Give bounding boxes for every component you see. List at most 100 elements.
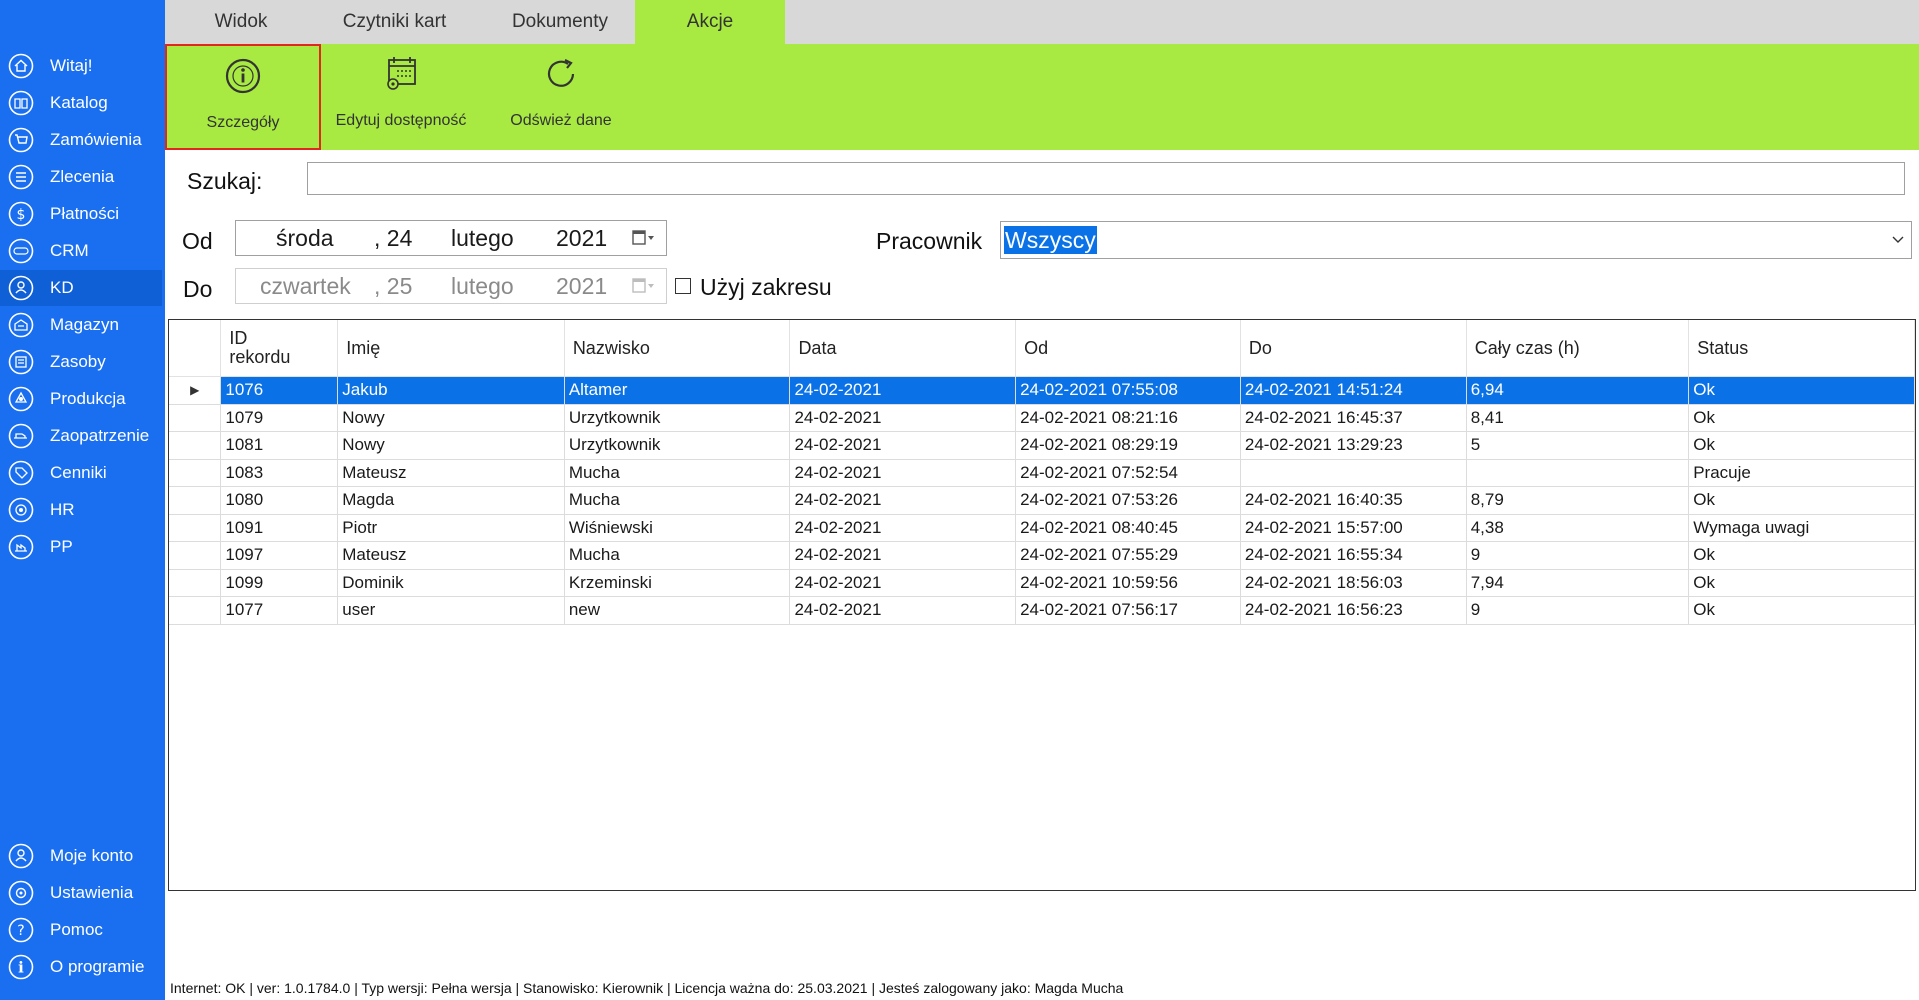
row-selector[interactable] (169, 459, 222, 487)
table-cell: 1079 (220, 404, 339, 432)
table-row[interactable]: 1081 Nowy Urzytkownik 24-02-2021 24-02-2021 … (169, 431, 1915, 460)
to-day: , 25 (374, 273, 413, 299)
column-header[interactable]: Od (1015, 320, 1241, 377)
calendar-dropdown-icon[interactable] (632, 277, 656, 295)
row-selector[interactable] (169, 541, 222, 570)
table-cell: 24-02-2021 (789, 541, 1017, 570)
use-range-checkbox[interactable] (675, 278, 691, 294)
column-header[interactable]: Status (1688, 320, 1915, 377)
column-header[interactable]: Imię (337, 320, 565, 377)
user-icon (8, 275, 34, 301)
sidebar-item-label: Katalog (50, 93, 108, 112)
sidebar-item-zaopatrzenie[interactable]: Zaopatrzenie (0, 418, 162, 454)
sidebar-item-label: Magazyn (50, 315, 119, 334)
list-icon (8, 164, 34, 190)
table-row[interactable]: 1083 Mateusz Mucha 24-02-2021 24-02-2021 07:… (169, 459, 1915, 487)
chevron-down-icon[interactable] (1891, 232, 1905, 246)
sidebar-item-crm[interactable]: CRM (0, 233, 162, 269)
row-selector[interactable] (169, 514, 222, 542)
info-icon: i (8, 954, 34, 980)
table-cell: 24-02-2021 16:40:35 (1240, 486, 1467, 515)
svg-text:$: $ (17, 207, 26, 223)
tab-akcje[interactable]: Akcje (635, 0, 785, 44)
column-header[interactable]: Nazwisko (564, 320, 791, 377)
ribbon-toolbar: Szczegóły Edytuj dostępność Odśwież dane (165, 44, 1919, 150)
table-cell: 9 (1466, 596, 1690, 625)
table-row[interactable]: 1099 Dominik Krzeminski 24-02-2021 24-02-202… (169, 569, 1915, 597)
records-grid: ID rekordu Imię Nazwisko Data Od Do Cały czas … (168, 319, 1916, 891)
search-input[interactable] (307, 162, 1905, 195)
table-row[interactable]: 1097 Mateusz Mucha 24-02-2021 24-02-2021 07:… (169, 541, 1915, 570)
row-selector[interactable] (169, 596, 222, 625)
book-icon (8, 90, 34, 116)
column-header[interactable]: ID rekordu (220, 320, 339, 377)
table-cell: 24-02-2021 07:55:29 (1015, 541, 1241, 570)
sidebar-item-katalog[interactable]: Katalog (0, 85, 162, 121)
sidebar-item-label: Zaopatrzenie (50, 426, 150, 445)
table-header-row: ID rekordu Imię Nazwisko Data Od Do Cały czas … (169, 320, 1915, 377)
row-selector[interactable] (169, 404, 222, 432)
table-cell: 24-02-2021 (789, 459, 1017, 487)
cart-icon (8, 127, 34, 153)
column-header[interactable]: Do (1240, 320, 1467, 377)
sidebar-item-hr[interactable]: HR (0, 492, 162, 528)
table-cell: Pracuje (1688, 459, 1915, 487)
row-selector[interactable] (169, 431, 222, 460)
sidebar-item-o-programie[interactable]: i O programie (0, 949, 162, 985)
table-cell: 24-02-2021 10:59:56 (1015, 569, 1241, 597)
table-cell: new (564, 596, 791, 625)
table-cell: 24-02-2021 07:56:17 (1015, 596, 1241, 625)
refresh-data-button[interactable]: Odśwież dane (481, 44, 641, 150)
details-button[interactable]: Szczegóły (165, 44, 321, 150)
table-row[interactable]: 1077 user new 24-02-2021 24-02-2021 07:56:17… (169, 596, 1915, 625)
sidebar-item-label: Witaj! (50, 56, 93, 75)
table-cell: 1099 (220, 569, 339, 597)
sidebar-item-label: O programie (50, 957, 145, 976)
edit-availability-button[interactable]: Edytuj dostępność (321, 44, 481, 150)
table-cell: Piotr (337, 514, 565, 542)
table-row[interactable]: 1091 Piotr Wiśniewski 24-02-2021 24-02-2021 … (169, 514, 1915, 542)
table-cell: 1097 (220, 541, 339, 570)
sidebar-item-p-atno-ci[interactable]: $ Płatności (0, 196, 162, 232)
sidebar-item-zasoby[interactable]: Zasoby (0, 344, 162, 380)
table-row[interactable]: 1079 Nowy Urzytkownik 24-02-2021 24-02-2021 … (169, 404, 1915, 432)
sidebar-item-produkcja[interactable]: Produkcja (0, 381, 162, 417)
row-selector[interactable] (169, 569, 222, 597)
column-header[interactable]: Cały czas (h) (1466, 320, 1690, 377)
row-selector[interactable] (169, 486, 222, 515)
table-cell: Wiśniewski (564, 514, 791, 542)
to-date-picker[interactable]: czwartek , 25 lutego 2021 (235, 268, 667, 304)
sidebar-item-pp[interactable]: PP (0, 529, 162, 565)
sidebar-item-kd[interactable]: KD (0, 270, 162, 306)
sidebar-item-witaj-[interactable]: Witaj! (0, 48, 162, 84)
tab-czytniki-kart[interactable]: Czytniki kart (317, 0, 472, 44)
table-cell: 1091 (220, 514, 339, 542)
sidebar-item-zlecenia[interactable]: Zlecenia (0, 159, 162, 195)
row-selector[interactable]: ▶ (169, 376, 222, 405)
worker-label: Pracownik (876, 228, 983, 254)
table-row[interactable]: 1080 Magda Mucha 24-02-2021 24-02-2021 07:53… (169, 486, 1915, 515)
tab-dokumenty[interactable]: Dokumenty (485, 0, 635, 44)
sidebar-item-zam-wienia[interactable]: Zamówienia (0, 122, 162, 158)
calendar-gear-icon (381, 54, 421, 94)
info-circle-icon (223, 56, 263, 96)
sidebar-item-cenniki[interactable]: Cenniki (0, 455, 162, 491)
worker-select[interactable]: Wszyscy (1000, 221, 1912, 259)
sidebar-item-moje-konto[interactable]: Moje konto (0, 838, 162, 874)
tab-widok[interactable]: Widok (165, 0, 317, 44)
table-row[interactable]: ▶ 1076 Jakub Altamer 24-02-2021 24-02-2021 07… (169, 376, 1915, 405)
table-cell: 24-02-2021 16:56:23 (1240, 596, 1467, 625)
dollar-icon: $ (8, 201, 34, 227)
column-header[interactable]: Data (789, 320, 1017, 377)
sidebar-item-magazyn[interactable]: Magazyn (0, 307, 162, 343)
table-cell: Dominik (337, 569, 565, 597)
table-cell: 24-02-2021 (789, 596, 1017, 625)
calendar-dropdown-icon[interactable] (632, 229, 656, 247)
from-date-picker[interactable]: środa , 24 lutego 2021 (235, 220, 667, 256)
table-cell: 24-02-2021 07:55:08 (1015, 376, 1241, 405)
table-cell: 24-02-2021 18:56:03 (1240, 569, 1467, 597)
sidebar-item-pomoc[interactable]: ? Pomoc (0, 912, 162, 948)
tag-icon (8, 460, 34, 486)
table-cell: 1080 (220, 486, 339, 515)
sidebar-item-ustawienia[interactable]: Ustawienia (0, 875, 162, 911)
